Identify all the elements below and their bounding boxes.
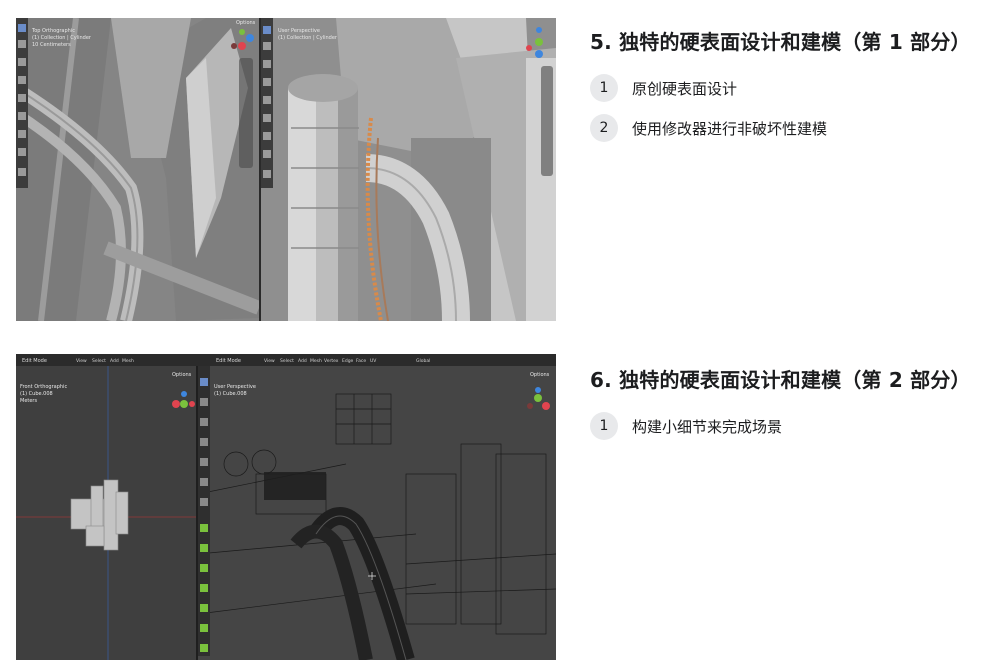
- viewport-info-line: User Perspective: [278, 28, 320, 34]
- options-menu: Options: [530, 372, 550, 378]
- menu-item: Add: [110, 358, 119, 364]
- viewport-info-line: (1) Cube.008: [20, 391, 53, 397]
- item-label: 原创硬表面设计: [632, 79, 738, 98]
- lecture-section-6: Edit Mode Edit Mode View Select Add Mesh…: [0, 350, 1000, 665]
- viewport-info-line: (1) Collection | Cylinder: [278, 35, 338, 41]
- item-number-badge: 1: [590, 74, 618, 102]
- menu-item: Mesh: [310, 358, 322, 364]
- viewport-info-line: (1) Cube.008: [214, 391, 247, 397]
- list-item[interactable]: 1 原创硬表面设计: [590, 74, 827, 102]
- menu-item: Select: [92, 358, 106, 364]
- viewport-info-line: Top Orthographic: [31, 28, 75, 34]
- menu-item: Edge: [342, 358, 354, 364]
- options-menu: Options: [236, 20, 256, 26]
- menu-item: Add: [298, 358, 307, 364]
- list-item[interactable]: 1 构建小细节来完成场景: [590, 412, 782, 440]
- item-label: 使用修改器进行非破坏性建模: [632, 119, 828, 138]
- video-thumbnail-part-1[interactable]: Top Orthographic (1) Collection | Cylind…: [16, 18, 556, 321]
- section-title: 6. 独特的硬表面设计和建模（第 2 部分）: [590, 368, 971, 392]
- item-label: 构建小细节来完成场景: [632, 417, 783, 436]
- transform-orientation: Global: [416, 358, 430, 364]
- item-number-badge: 2: [590, 114, 618, 142]
- blender-screenshot-part-1: Top Orthographic (1) Collection | Cylind…: [16, 18, 556, 321]
- lecture-section-5: Top Orthographic (1) Collection | Cylind…: [0, 0, 1000, 330]
- options-menu: Options: [172, 372, 192, 378]
- viewport-info-line: 10 Centimeters: [32, 42, 71, 48]
- viewport-info-line: User Perspective: [214, 384, 256, 390]
- lecture-list: 1 原创硬表面设计 2 使用修改器进行非破坏性建模: [590, 74, 827, 154]
- menu-item: Mesh: [122, 358, 134, 364]
- menu-item: UV: [370, 358, 377, 364]
- viewport-info-line: Meters: [20, 398, 37, 404]
- lecture-list: 1 构建小细节来完成场景: [590, 412, 782, 452]
- video-thumbnail-part-2[interactable]: Edit Mode Edit Mode View Select Add Mesh…: [16, 354, 556, 660]
- menu-item: Vertex: [324, 358, 339, 364]
- viewport-info-line: (1) Collection | Cylinder: [32, 35, 92, 41]
- menu-item: View: [264, 358, 275, 364]
- viewport-info-line: Front Orthographic: [20, 384, 67, 390]
- list-item[interactable]: 2 使用修改器进行非破坏性建模: [590, 114, 827, 142]
- menu-item: View: [76, 358, 87, 364]
- mode-selector: Edit Mode: [216, 358, 241, 364]
- mode-selector: Edit Mode: [22, 358, 47, 364]
- menu-item: Select: [280, 358, 294, 364]
- section-title: 5. 独特的硬表面设计和建模（第 1 部分）: [590, 30, 971, 54]
- item-number-badge: 1: [590, 412, 618, 440]
- blender-screenshot-part-2: Edit Mode Edit Mode View Select Add Mesh…: [16, 354, 556, 660]
- menu-item: Face: [356, 358, 366, 364]
